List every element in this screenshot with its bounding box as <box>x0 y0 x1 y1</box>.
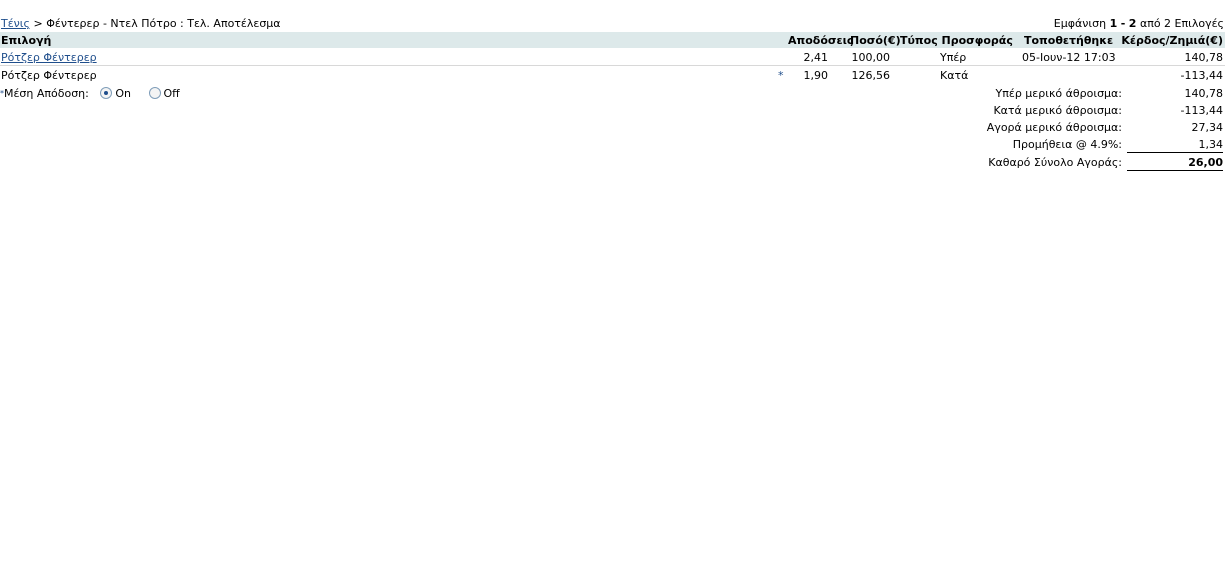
lay-subtotal: Κατά μερικό άθροισμα: -113,44 <box>923 104 1223 120</box>
bet-history-page: Τένις > Φέντερερ - Ντελ Πότρο : Τελ. Απο… <box>0 0 1225 566</box>
breadcrumb-event: Φέντερερ - Ντελ Πότρο : Τελ. Αποτέλεσμα <box>46 17 281 30</box>
row-profit-loss: -113,44 <box>1180 69 1223 82</box>
row-odds: 2,41 <box>803 51 829 64</box>
row-placed: 05-Ιουν-12 17:03 <box>1022 51 1116 64</box>
table-row: Ρότζερ Φέντερερ 2,41 100,00 Υπέρ 05-Ιουν… <box>0 49 1225 66</box>
row-amount: 126,56 <box>851 69 891 82</box>
range-dash: - <box>1120 17 1126 30</box>
average-odds-label: Μέση Απόδοση: <box>4 87 89 100</box>
range-of: από 2 Επιλογές <box>1139 17 1224 30</box>
selection-link[interactable]: Ρότζερ Φέντερερ <box>1 51 97 64</box>
net-total-label: Καθαρό Σύνολο Αγοράς: <box>988 156 1122 169</box>
back-subtotal: Υπέρ μερικό άθροισμα: 140,78 <box>923 87 1223 103</box>
top-bar: Τένις > Φέντερερ - Ντελ Πότρο : Τελ. Απο… <box>1 17 1224 31</box>
lay-subtotal-label: Κατά μερικό άθροισμα: <box>993 104 1122 117</box>
commission-label: Προμήθεια @ 4.9%: <box>1012 138 1122 151</box>
selection-name: Ρότζερ Φέντερερ <box>1 69 97 82</box>
row-amount: 100,00 <box>851 51 891 64</box>
row-profit-loss: 140,78 <box>1184 51 1224 64</box>
market-subtotal: Αγορά μερικό άθροισμα: 27,34 <box>923 121 1223 137</box>
average-odds-off-label[interactable]: Off <box>164 87 180 100</box>
back-subtotal-label: Υπέρ μερικό άθροισμα: <box>995 87 1122 100</box>
range-from: 1 <box>1109 17 1118 30</box>
table-header: Επιλογή Αποδόσεις Ποσό(€) Τύπος Προσφορά… <box>0 32 1225 48</box>
commission: Προμήθεια @ 4.9%: 1,34 <box>923 138 1223 154</box>
range-prefix: Εμφάνιση <box>1053 17 1107 30</box>
header-amount: Ποσό(€) <box>850 34 901 47</box>
header-odds: Αποδόσεις <box>788 34 854 47</box>
range-to: 2 <box>1128 17 1137 30</box>
back-subtotal-value: 140,78 <box>1184 87 1224 100</box>
header-bet-type: Τύπος Προσφοράς <box>900 34 1013 47</box>
results-range: Εμφάνιση 1 - 2 από 2 Επιλογές <box>1054 17 1224 30</box>
market-subtotal-label: Αγορά μερικό άθροισμα: <box>986 121 1122 134</box>
average-odds-control: *Μέση Απόδοση: On Off <box>0 87 186 103</box>
lay-subtotal-value: -113,44 <box>1180 104 1223 117</box>
row-bet-type: Κατά <box>940 69 969 82</box>
table-row: Ρότζερ Φέντερερ * 1,90 126,56 Κατά -113,… <box>0 67 1225 83</box>
net-market-total: Καθαρό Σύνολο Αγοράς: 26,00 <box>923 156 1223 172</box>
breadcrumb: Τένις > Φέντερερ - Ντελ Πότρο : Τελ. Απο… <box>1 17 281 30</box>
market-subtotal-value: 27,34 <box>1191 121 1224 134</box>
average-odds-on-label[interactable]: On <box>115 87 131 100</box>
breadcrumb-separator: > <box>33 17 43 30</box>
net-total-value: 26,00 <box>1127 156 1223 171</box>
average-odds-marker: * <box>778 69 784 82</box>
header-placed: Τοποθετήθηκε <box>1024 34 1114 47</box>
average-odds-off-radio[interactable] <box>148 87 161 99</box>
average-odds-on-radio[interactable] <box>100 87 113 99</box>
commission-value: 1,34 <box>1127 138 1223 153</box>
header-selection: Επιλογή <box>1 34 52 47</box>
row-bet-type: Υπέρ <box>940 51 967 64</box>
header-profit-loss: Κέρδος/Ζημιά(€) <box>1121 34 1223 47</box>
breadcrumb-sport-link[interactable]: Τένις <box>1 17 30 30</box>
row-odds: 1,90 <box>803 69 829 82</box>
